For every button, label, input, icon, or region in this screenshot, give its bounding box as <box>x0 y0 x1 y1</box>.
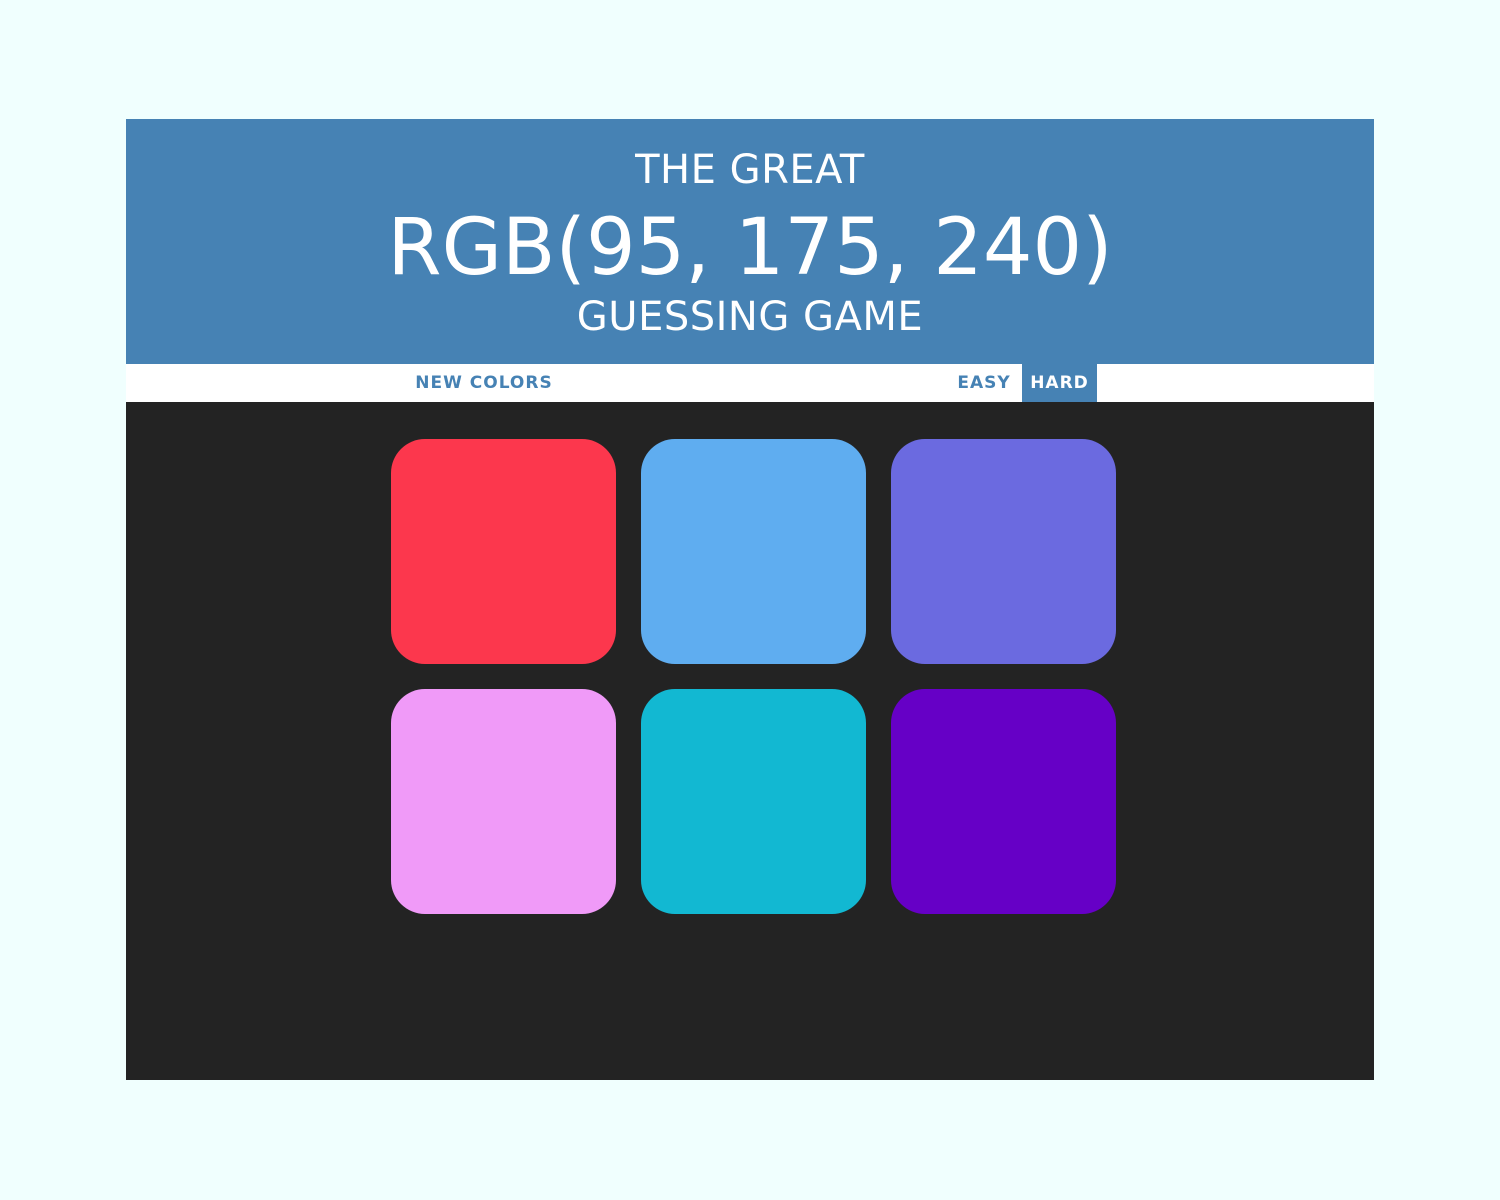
new-colors-button[interactable]: NEW COLORS <box>406 364 562 402</box>
hard-mode-button[interactable]: HARD <box>1022 364 1097 402</box>
title-bottom: GUESSING GAME <box>576 294 924 340</box>
color-square[interactable] <box>891 439 1116 664</box>
game-container: THE GREAT RGB(95, 175, 240) GUESSING GAM… <box>126 119 1374 1080</box>
control-stripe: NEW COLORS EASY HARD <box>126 364 1374 402</box>
color-square[interactable] <box>641 439 866 664</box>
target-color-display: RGB(95, 175, 240) <box>387 203 1113 293</box>
easy-mode-button[interactable]: EASY <box>946 364 1022 402</box>
color-square[interactable] <box>641 689 866 914</box>
header: THE GREAT RGB(95, 175, 240) GUESSING GAM… <box>126 119 1374 364</box>
color-square[interactable] <box>391 689 616 914</box>
color-square[interactable] <box>391 439 616 664</box>
color-square[interactable] <box>891 689 1116 914</box>
title-top: THE GREAT <box>635 147 865 193</box>
